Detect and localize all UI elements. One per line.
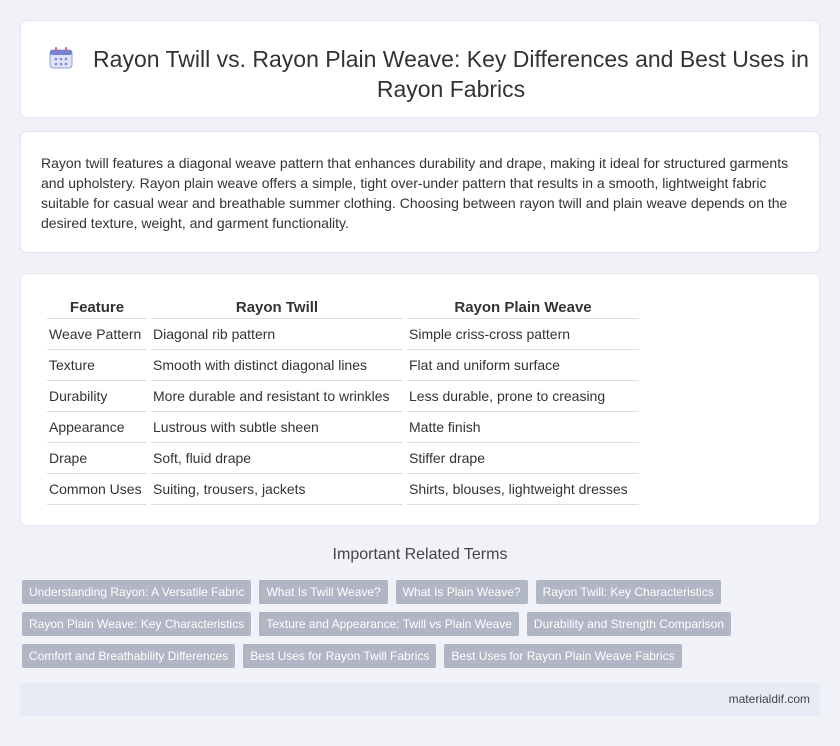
twill-cell: Soft, fluid drape — [151, 443, 403, 474]
table-row: Texture Smooth with distinct diagonal li… — [47, 350, 639, 381]
related-terms-tags: Understanding Rayon: A Versatile Fabric … — [22, 580, 812, 668]
footer: materialdif.com — [20, 683, 820, 716]
comparison-table-card: Feature Rayon Twill Rayon Plain Weave We… — [20, 273, 820, 526]
comparison-table: Feature Rayon Twill Rayon Plain Weave We… — [43, 294, 643, 505]
related-tag[interactable]: Durability and Strength Comparison — [526, 612, 732, 636]
twill-cell: Lustrous with subtle sheen — [151, 412, 403, 443]
header-feature: Feature — [47, 294, 147, 319]
twill-cell: Smooth with distinct diagonal lines — [151, 350, 403, 381]
plain-cell: Shirts, blouses, lightweight dresses — [407, 474, 639, 505]
intro-paragraph: Rayon twill features a diagonal weave pa… — [41, 155, 789, 231]
related-tag[interactable]: Rayon Twill: Key Characteristics — [535, 580, 721, 604]
feature-cell: Durability — [47, 381, 147, 412]
plain-cell: Stiffer drape — [407, 443, 639, 474]
table-row: Appearance Lustrous with subtle sheen Ma… — [47, 412, 639, 443]
related-tag[interactable]: Texture and Appearance: Twill vs Plain W… — [259, 612, 519, 636]
feature-cell: Common Uses — [47, 474, 147, 505]
twill-cell: More durable and resistant to wrinkles — [151, 381, 403, 412]
feature-cell: Appearance — [47, 412, 147, 443]
intro-card: Rayon twill features a diagonal weave pa… — [20, 131, 820, 253]
table-row: Drape Soft, fluid drape Stiffer drape — [47, 443, 639, 474]
related-tag[interactable]: What Is Plain Weave? — [395, 580, 528, 604]
table-row: Weave Pattern Diagonal rib pattern Simpl… — [47, 319, 639, 350]
related-terms-title: Important Related Terms — [332, 546, 508, 563]
title-wrap: Rayon Twill vs. Rayon Plain Weave: Key D… — [21, 21, 821, 119]
header-rayon-twill: Rayon Twill — [151, 294, 403, 319]
related-tag[interactable]: What Is Twill Weave? — [259, 580, 388, 604]
header-card: Rayon Twill vs. Rayon Plain Weave: Key D… — [20, 20, 820, 118]
twill-cell: Suiting, trousers, jackets — [151, 474, 403, 505]
calendar-icon — [49, 47, 73, 69]
table-row: Durability More durable and resistant to… — [47, 381, 639, 412]
table-row: Common Uses Suiting, trousers, jackets S… — [47, 474, 639, 505]
plain-cell: Flat and uniform surface — [407, 350, 639, 381]
related-tag[interactable]: Best Uses for Rayon Plain Weave Fabrics — [444, 644, 682, 668]
related-tag[interactable]: Rayon Plain Weave: Key Characteristics — [22, 612, 252, 636]
footer-site-link[interactable]: materialdif.com — [729, 692, 810, 706]
plain-cell: Matte finish — [407, 412, 639, 443]
feature-cell: Weave Pattern — [47, 319, 147, 350]
feature-cell: Drape — [47, 443, 147, 474]
plain-cell: Simple criss-cross pattern — [407, 319, 639, 350]
table-header-row: Feature Rayon Twill Rayon Plain Weave — [47, 294, 639, 319]
page-title: Rayon Twill vs. Rayon Plain Weave: Key D… — [93, 46, 809, 102]
plain-cell: Less durable, prone to creasing — [407, 381, 639, 412]
twill-cell: Diagonal rib pattern — [151, 319, 403, 350]
header-rayon-plain-weave: Rayon Plain Weave — [407, 294, 639, 319]
related-tag[interactable]: Understanding Rayon: A Versatile Fabric — [22, 580, 252, 604]
related-tag[interactable]: Comfort and Breathability Differences — [22, 644, 236, 668]
related-tag[interactable]: Best Uses for Rayon Twill Fabrics — [243, 644, 437, 668]
feature-cell: Texture — [47, 350, 147, 381]
